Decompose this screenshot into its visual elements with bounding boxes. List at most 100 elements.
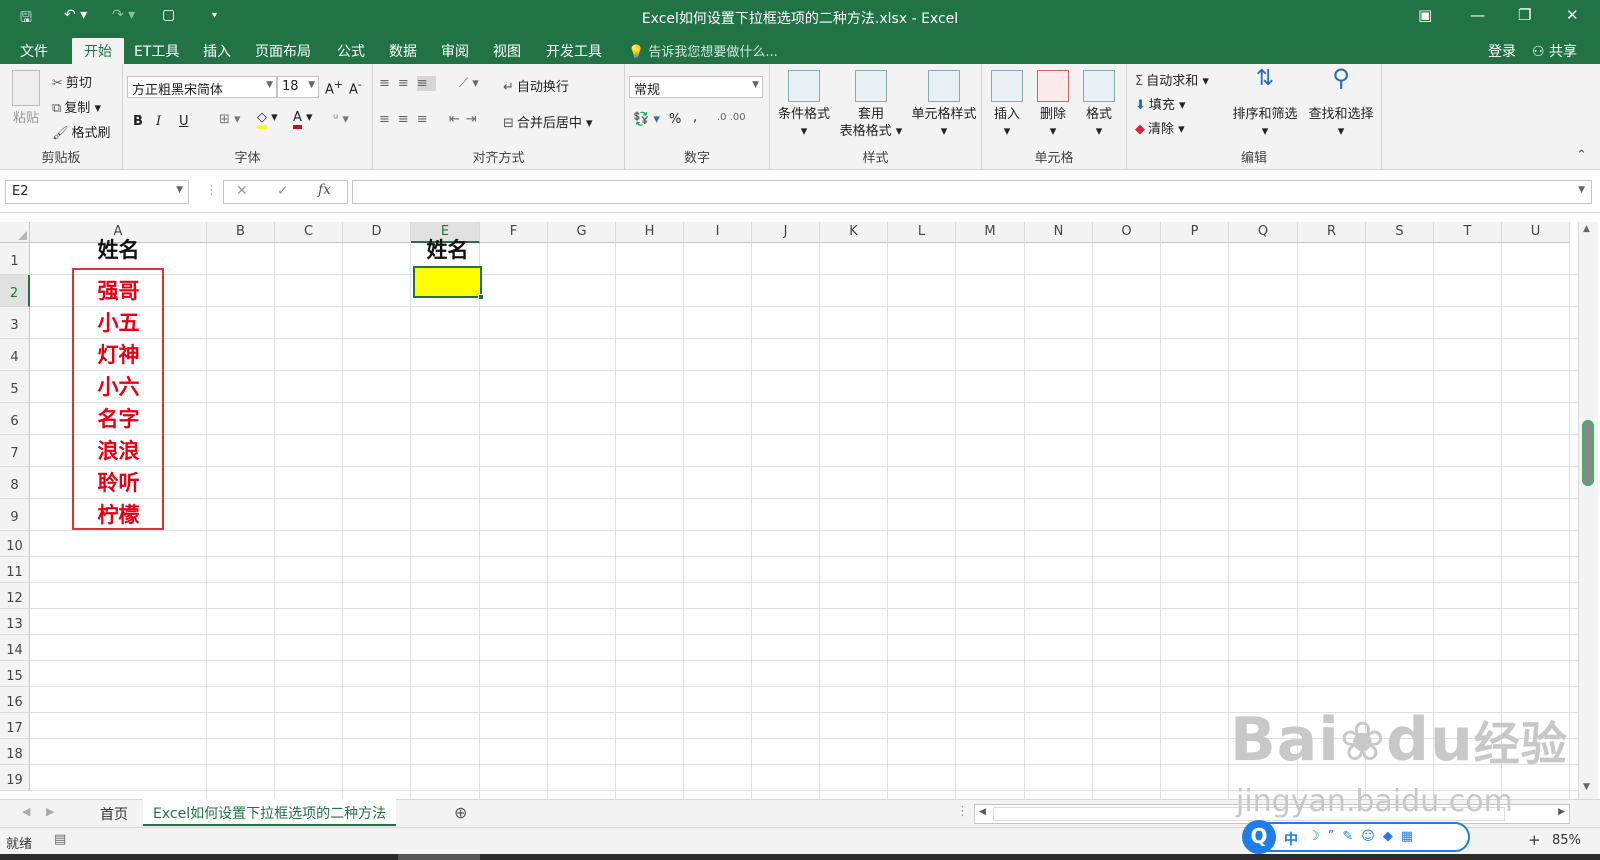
row-header-2[interactable]: 2	[0, 275, 30, 307]
font-size-select[interactable]: 18 ▼	[277, 76, 319, 98]
row-header-3[interactable]: 3	[0, 307, 30, 339]
column-header-q[interactable]: Q	[1229, 222, 1298, 243]
tab-developer[interactable]: 开发工具	[546, 41, 602, 61]
column-header-h[interactable]: H	[616, 222, 684, 243]
vertical-align-icons[interactable]: ≡≡≡	[379, 76, 436, 91]
tab-home[interactable]: 开始	[72, 38, 124, 64]
format-as-table-button[interactable]: 套用 表格格式 ▾	[836, 70, 906, 140]
clear-button[interactable]: ◆ 清除 ▾	[1135, 118, 1185, 137]
border-icon[interactable]: ⊞ ▾	[219, 112, 241, 127]
macro-record-icon[interactable]: ▤	[54, 832, 66, 847]
column-header-o[interactable]: O	[1093, 222, 1161, 243]
column-header-f[interactable]: F	[480, 222, 548, 243]
orientation-icon[interactable]: ⟋ ▾	[459, 76, 479, 91]
column-header-s[interactable]: S	[1366, 222, 1434, 243]
next-sheet-icon[interactable]: ▶	[46, 805, 54, 818]
column-header-j[interactable]: J	[752, 222, 820, 243]
horizontal-align-icons[interactable]: ≡≡≡	[379, 112, 436, 127]
column-header-l[interactable]: L	[888, 222, 956, 243]
name-box[interactable]: E2 ▼	[5, 180, 189, 204]
prev-sheet-icon[interactable]: ◀	[22, 805, 30, 818]
zoom-in-icon[interactable]: +	[1528, 831, 1541, 849]
column-header-d[interactable]: D	[343, 222, 411, 243]
find-select-button[interactable]: ⚲ 查找和选择 ▾	[1303, 66, 1379, 140]
row-header-17[interactable]: 17	[0, 713, 30, 739]
insert-function-button[interactable]: fx	[318, 182, 331, 198]
bold-button[interactable]: B	[133, 114, 143, 129]
tell-me-box[interactable]: 💡 告诉我您想要做什么...	[628, 41, 778, 60]
scroll-thumb[interactable]	[1582, 420, 1594, 486]
collapse-ribbon-icon[interactable]: ⌃	[1576, 148, 1587, 163]
ribbon-display-icon[interactable]: ▣	[1418, 6, 1432, 24]
row-header-16[interactable]: 16	[0, 687, 30, 713]
column-header-c[interactable]: C	[275, 222, 343, 243]
row-header-9[interactable]: 9	[0, 499, 30, 531]
tab-formulas[interactable]: 公式	[337, 41, 365, 61]
fill-handle[interactable]	[478, 294, 484, 300]
row-header-6[interactable]: 6	[0, 403, 30, 435]
restore-icon[interactable]: ❐	[1518, 6, 1531, 24]
name-cell[interactable]: 浪浪	[30, 435, 207, 467]
name-cell[interactable]: 名字	[30, 403, 207, 435]
merge-center-button[interactable]: ⊟ 合并后居中 ▾	[503, 112, 593, 131]
scroll-left-icon[interactable]: ◀	[979, 807, 986, 817]
tab-data[interactable]: 数据	[389, 41, 417, 61]
vertical-scrollbar[interactable]: ▲ ▼	[1578, 222, 1598, 799]
scroll-up-icon[interactable]: ▲	[1583, 224, 1590, 234]
share-button[interactable]: ⚇ 共享	[1532, 41, 1577, 61]
name-cell[interactable]: 小五	[30, 307, 207, 339]
decimal-icons[interactable]: .0 .00	[717, 112, 746, 123]
tab-insert[interactable]: 插入	[203, 41, 231, 61]
row-header-8[interactable]: 8	[0, 467, 30, 499]
comma-button[interactable]: ,	[693, 110, 697, 125]
cell-a1[interactable]: 姓名	[30, 234, 207, 266]
select-all-corner[interactable]	[0, 222, 30, 243]
ime-tool-icons[interactable]: ☽”✎☺◆▦	[1308, 829, 1421, 844]
phonetic-icon[interactable]: ᵘ ▾	[333, 112, 349, 127]
column-header-i[interactable]: I	[684, 222, 752, 243]
zoom-level[interactable]: 85%	[1552, 833, 1581, 848]
column-header-b[interactable]: B	[207, 222, 275, 243]
row-header-13[interactable]: 13	[0, 609, 30, 635]
login-link[interactable]: 登录	[1488, 41, 1516, 61]
copy-button[interactable]: ⧉ 复制 ▾	[52, 97, 101, 116]
name-cell[interactable]: 聆听	[30, 467, 207, 499]
row-header-4[interactable]: 4	[0, 339, 30, 371]
row-header-15[interactable]: 15	[0, 661, 30, 687]
cut-button[interactable]: ✂ 剪切	[52, 72, 92, 91]
number-format-select[interactable]: 常规 ▼	[629, 76, 763, 98]
tab-et-tools[interactable]: ET工具	[134, 41, 179, 61]
column-header-n[interactable]: N	[1025, 222, 1093, 243]
scroll-right-icon[interactable]: ▶	[1558, 807, 1565, 817]
column-header-g[interactable]: G	[548, 222, 616, 243]
format-painter-button[interactable]: 🖌 格式刷	[52, 122, 111, 141]
conditional-format-button[interactable]: 条件格式 ▾	[774, 70, 834, 140]
enter-icon[interactable]: ✓	[277, 183, 289, 199]
percent-button[interactable]: %	[669, 112, 681, 127]
column-header-m[interactable]: M	[956, 222, 1025, 243]
indent-icons[interactable]: ⇤⇥	[449, 112, 483, 127]
font-name-select[interactable]: 方正粗黑宋简体 ▼	[127, 76, 277, 98]
tab-view[interactable]: 视图	[493, 41, 521, 61]
cell-e1[interactable]: 姓名	[413, 234, 482, 266]
column-header-k[interactable]: K	[820, 222, 888, 243]
name-cell[interactable]: 灯神	[30, 339, 207, 371]
expand-formula-icon[interactable]: ▼	[1578, 185, 1585, 195]
paste-button[interactable]: 粘贴	[6, 70, 46, 127]
cell-styles-button[interactable]: 单元格样式 ▾	[908, 70, 980, 140]
ime-toolbar[interactable]: Q 中 ☽”✎☺◆▦	[1242, 820, 1470, 854]
formula-input[interactable]: ▼	[352, 180, 1592, 204]
sheet-tab-active[interactable]: Excel如何设置下拉框选项的二种方法	[143, 799, 397, 826]
autosum-button[interactable]: Σ 自动求和 ▾	[1135, 70, 1209, 89]
row-header-12[interactable]: 12	[0, 583, 30, 609]
sort-filter-button[interactable]: ⇅ 排序和筛选 ▾	[1227, 68, 1303, 140]
add-sheet-icon[interactable]: ⊕	[454, 803, 467, 822]
row-header-10[interactable]: 10	[0, 531, 30, 557]
minimize-icon[interactable]: —	[1470, 6, 1485, 24]
font-color-button[interactable]: A ▾	[293, 110, 313, 129]
fill-button[interactable]: ⬇ 填充 ▾	[1135, 94, 1186, 113]
row-header-11[interactable]: 11	[0, 557, 30, 583]
ime-language[interactable]: 中	[1284, 829, 1298, 849]
currency-icon[interactable]: 💱 ▾	[633, 112, 660, 127]
name-cell[interactable]: 小六	[30, 371, 207, 403]
